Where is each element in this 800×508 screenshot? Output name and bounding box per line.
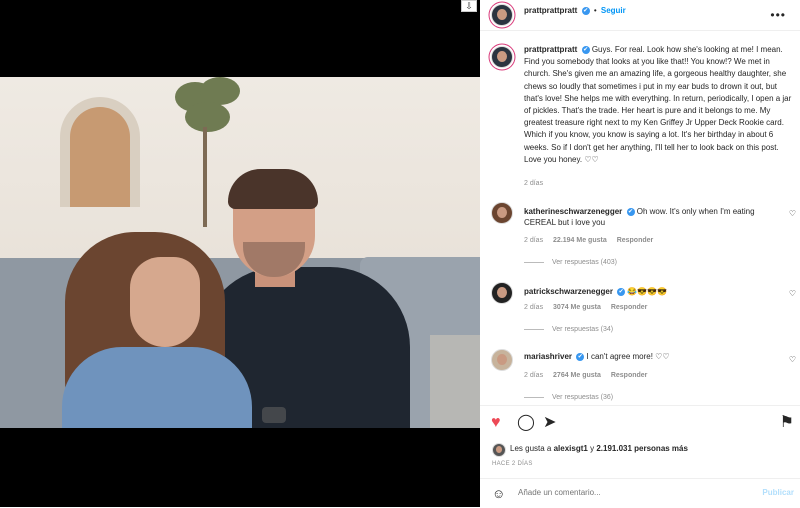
comment-avatar[interactable]	[491, 282, 513, 304]
publish-button[interactable]: Publicar	[762, 488, 794, 497]
likes-count[interactable]: 2.191.031 personas más	[596, 444, 688, 453]
post-photo[interactable]	[0, 77, 480, 428]
like-comment-icon[interactable]: ♡	[789, 209, 796, 218]
like-comment-icon[interactable]: ♡	[789, 289, 796, 298]
comment-avatar[interactable]	[491, 202, 513, 224]
verified-icon: ✔	[576, 352, 585, 361]
comment-meta: 2 días 2764 Me gusta Responder	[524, 372, 647, 379]
likes-middle: y	[590, 444, 595, 453]
post-header: prattprattpratt ✔ • Seguir •••	[480, 0, 800, 31]
reply-button[interactable]: Responder	[611, 304, 648, 311]
comment-meta: 2 días 3074 Me gusta Responder	[524, 304, 647, 311]
comment-likes[interactable]: 3074 Me gusta	[553, 304, 601, 311]
verified-icon: ✔	[617, 287, 626, 296]
caption-text: Guys. For real. Look how she's looking a…	[524, 45, 792, 164]
verified-icon: ✔	[581, 6, 590, 15]
comment-avatar[interactable]	[491, 349, 513, 371]
likes-prefix: Les gusta a	[510, 444, 552, 453]
download-icon[interactable]: ⇩	[461, 0, 477, 12]
woman-denim-dress	[62, 347, 252, 428]
post-caption: prattprattpratt ✔ Guys. For real. Look h…	[524, 44, 794, 166]
follow-button[interactable]: Seguir	[601, 6, 626, 15]
comment-username[interactable]: patrickschwarzenegger	[524, 287, 613, 296]
liker-username[interactable]: alexisgt1	[554, 444, 588, 453]
more-options-icon[interactable]: •••	[770, 8, 786, 22]
like-heart-icon[interactable]: ♥	[491, 414, 501, 432]
comment-time[interactable]: 2 días	[524, 237, 543, 244]
man-hair	[228, 169, 318, 209]
comment-meta: 2 días 22.194 Me gusta Responder	[524, 237, 653, 244]
background-arch	[60, 97, 140, 207]
comment-text: I can't agree more! ♡♡	[586, 352, 670, 361]
caption-avatar[interactable]	[491, 46, 513, 68]
verified-icon: ✔	[581, 45, 590, 54]
caption-time[interactable]: 2 días	[524, 180, 543, 187]
comment-item: patrickschwarzenegger ✔ 😂😎😎😎	[524, 286, 774, 297]
post-actions-bar: ♥ ◯ ➤ ⚑	[480, 405, 800, 446]
comment-input[interactable]	[516, 487, 740, 498]
post-sidebar: prattprattpratt ✔ • Seguir ••• prattprat…	[480, 0, 800, 507]
post-media-panel: ⇩	[0, 0, 480, 507]
reply-button[interactable]: Responder	[611, 372, 648, 379]
reply-button[interactable]: Responder	[617, 237, 654, 244]
comment-item: mariashriver ✔ I can't agree more! ♡♡	[524, 351, 774, 362]
likes-summary: Les gusta a alexisgt1 y 2.191.031 person…	[510, 444, 688, 453]
caption-username[interactable]: prattprattpratt	[524, 45, 577, 54]
share-icon[interactable]: ➤	[543, 414, 556, 432]
comment-item: katherineschwarzenegger ✔ Oh wow. It's o…	[524, 206, 774, 228]
bookmark-icon[interactable]: ⚑	[780, 414, 794, 432]
separator-dot: •	[593, 6, 597, 15]
view-replies-button[interactable]: Ver respuestas (34)	[524, 326, 613, 333]
comment-username[interactable]: katherineschwarzenegger	[524, 207, 622, 216]
author-header-line: prattprattpratt ✔ • Seguir	[524, 6, 626, 15]
comment-time[interactable]: 2 días	[524, 372, 543, 379]
wrist-watch	[262, 407, 286, 423]
view-replies-button[interactable]: Ver respuestas (36)	[524, 394, 613, 401]
view-replies-label: Ver respuestas (36)	[552, 394, 614, 401]
comment-icon[interactable]: ◯	[517, 414, 535, 432]
verified-icon: ✔	[626, 207, 635, 216]
add-comment-bar: ☺ Publicar	[480, 478, 800, 508]
comment-likes[interactable]: 22.194 Me gusta	[553, 237, 607, 244]
author-avatar[interactable]	[491, 4, 513, 26]
emoji-icon[interactable]: ☺	[492, 486, 505, 501]
view-replies-button[interactable]: Ver respuestas (403)	[524, 259, 617, 266]
view-replies-label: Ver respuestas (34)	[552, 326, 614, 333]
throw-blanket	[430, 335, 480, 428]
view-replies-label: Ver respuestas (403)	[552, 259, 617, 266]
comment-likes[interactable]: 2764 Me gusta	[553, 372, 601, 379]
woman-face	[130, 257, 200, 347]
post-time-ago[interactable]: HACE 2 DÍAS	[492, 461, 533, 467]
comment-time[interactable]: 2 días	[524, 304, 543, 311]
comment-text: 😂😎😎😎	[627, 287, 668, 296]
comment-username[interactable]: mariashriver	[524, 352, 572, 361]
liker-avatar[interactable]	[492, 443, 506, 457]
like-comment-icon[interactable]: ♡	[789, 355, 796, 364]
author-username[interactable]: prattprattpratt	[524, 6, 577, 15]
